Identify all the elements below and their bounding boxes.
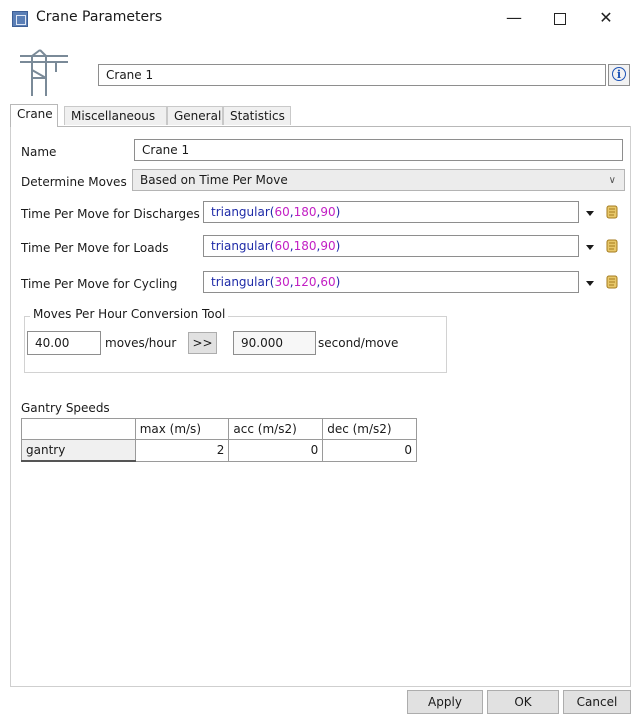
tab-general[interactable]: General bbox=[167, 106, 223, 125]
loads-arg-mode: 90 bbox=[320, 239, 336, 253]
header-name-field[interactable]: Crane 1 bbox=[98, 64, 606, 86]
cycling-arg-max: 120 bbox=[293, 275, 317, 289]
info-button[interactable]: i bbox=[608, 64, 630, 86]
tab-crane[interactable]: Crane bbox=[10, 104, 58, 127]
determine-moves-value: Based on Time Per Move bbox=[140, 173, 288, 187]
moves-per-hour-unit: moves/hour bbox=[105, 336, 177, 350]
convert-button[interactable]: >> bbox=[188, 332, 217, 354]
discharges-arg-min: 60 bbox=[274, 205, 290, 219]
loads-expression-field[interactable]: triangular(60,180,90) bbox=[203, 235, 579, 257]
seconds-per-move-field: 90.000 bbox=[233, 331, 316, 355]
loads-edit-scroll-icon[interactable] bbox=[604, 238, 620, 254]
table-cell[interactable]: 0 bbox=[228, 439, 324, 462]
cycling-fn: triangular bbox=[211, 275, 270, 289]
gantry-speeds-label: Gantry Speeds bbox=[21, 401, 110, 415]
chevron-down-icon: ∨ bbox=[608, 175, 616, 186]
table-header-row: max (m/s) acc (m/s2) dec (m/s2) bbox=[21, 418, 417, 440]
tab-strip: Crane Miscellaneous General Statistics bbox=[10, 104, 630, 127]
moves-per-hour-input[interactable]: 40.00 bbox=[27, 331, 101, 355]
title-bar: Crane Parameters — ✕ bbox=[0, 0, 631, 36]
column-header: dec (m/s2) bbox=[322, 418, 417, 440]
table-corner-cell bbox=[21, 418, 136, 440]
cycling-arg-min: 30 bbox=[274, 275, 290, 289]
maximize-icon bbox=[554, 12, 566, 25]
column-header: max (m/s) bbox=[134, 418, 230, 440]
discharges-arg-max: 180 bbox=[293, 205, 317, 219]
loads-arg-min: 60 bbox=[274, 239, 290, 253]
loads-label: Time Per Move for Loads bbox=[21, 241, 169, 255]
app-icon bbox=[12, 11, 28, 27]
seconds-per-move-unit: second/move bbox=[318, 336, 399, 350]
table-cell[interactable]: 2 bbox=[134, 439, 230, 462]
name-field[interactable]: Crane 1 bbox=[134, 139, 623, 161]
table-row: gantry 2 0 0 bbox=[21, 439, 417, 462]
row-header: gantry bbox=[21, 439, 136, 462]
footer-divider bbox=[10, 686, 631, 687]
minimize-button[interactable]: — bbox=[491, 0, 537, 36]
discharges-fn: triangular bbox=[211, 205, 270, 219]
table-cell[interactable]: 0 bbox=[322, 439, 417, 462]
cycling-expression-field[interactable]: triangular(30,120,60) bbox=[203, 271, 579, 293]
discharges-edit-scroll-icon[interactable] bbox=[604, 204, 620, 220]
cycling-arg-mode: 60 bbox=[320, 275, 336, 289]
column-header: acc (m/s2) bbox=[228, 418, 324, 440]
gantry-speeds-table: max (m/s) acc (m/s2) dec (m/s2) gantry 2… bbox=[21, 418, 417, 462]
conversion-tool-title: Moves Per Hour Conversion Tool bbox=[30, 307, 229, 321]
discharges-expression-field[interactable]: triangular(60,180,90) bbox=[203, 201, 579, 223]
info-icon: i bbox=[612, 67, 626, 81]
loads-arg-max: 180 bbox=[293, 239, 317, 253]
tab-miscellaneous[interactable]: Miscellaneous bbox=[64, 106, 167, 125]
loads-fn: triangular bbox=[211, 239, 270, 253]
determine-moves-select[interactable]: Based on Time Per Move ∨ bbox=[132, 169, 625, 191]
loads-dropdown-arrow-icon[interactable] bbox=[586, 245, 594, 250]
window-title: Crane Parameters bbox=[36, 9, 163, 25]
cancel-button[interactable]: Cancel bbox=[563, 690, 631, 714]
discharges-dropdown-arrow-icon[interactable] bbox=[586, 211, 594, 216]
cycling-label: Time Per Move for Cycling bbox=[21, 277, 178, 291]
maximize-button[interactable] bbox=[537, 0, 583, 36]
discharges-label: Time Per Move for Discharges bbox=[21, 207, 200, 221]
cycling-dropdown-arrow-icon[interactable] bbox=[586, 281, 594, 286]
close-button[interactable]: ✕ bbox=[583, 0, 629, 36]
discharges-arg-mode: 90 bbox=[320, 205, 336, 219]
determine-moves-label: Determine Moves bbox=[21, 175, 127, 189]
ok-button[interactable]: OK bbox=[487, 690, 559, 714]
name-label: Name bbox=[21, 145, 57, 159]
apply-button[interactable]: Apply bbox=[407, 690, 483, 714]
crane-icon bbox=[20, 49, 68, 96]
cycling-edit-scroll-icon[interactable] bbox=[604, 274, 620, 290]
tab-statistics[interactable]: Statistics bbox=[223, 106, 291, 125]
